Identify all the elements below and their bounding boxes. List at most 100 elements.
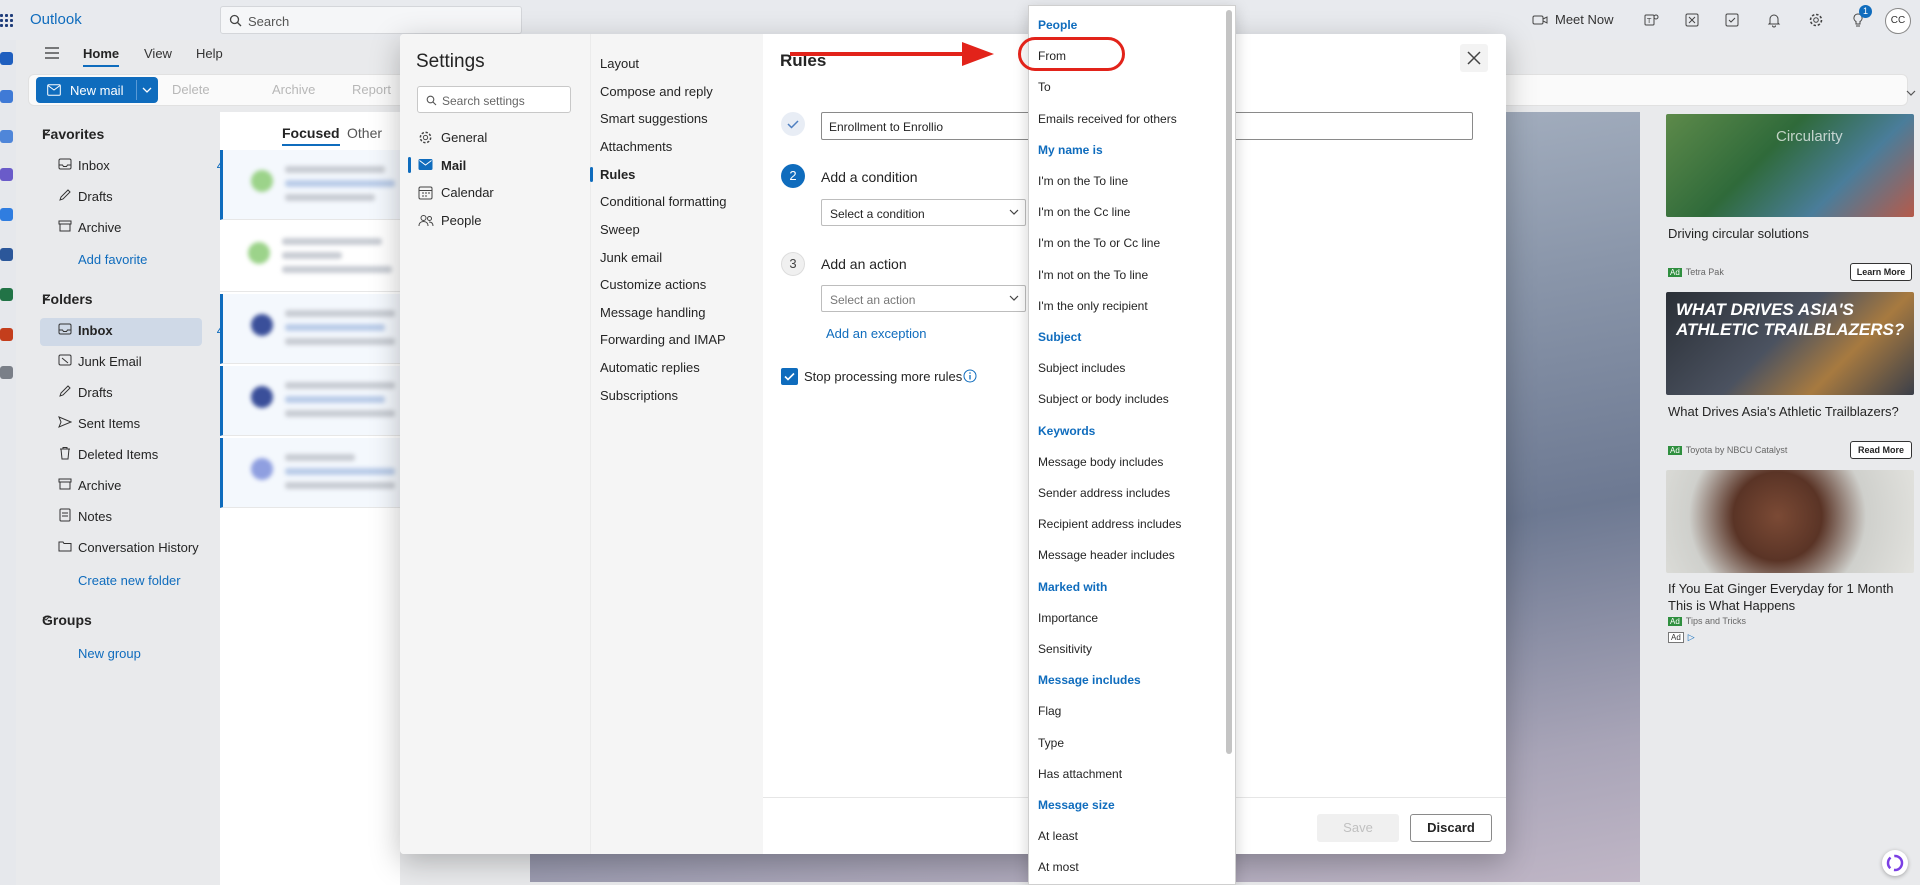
- info-icon[interactable]: [963, 369, 977, 383]
- people-app-icon[interactable]: [0, 130, 13, 143]
- stop-processing-label[interactable]: Stop processing more rules: [804, 369, 962, 384]
- favorites-header[interactable]: Favorites: [42, 126, 104, 142]
- meet-now-icon[interactable]: [1532, 12, 1548, 28]
- menu-item[interactable]: Message body includes: [1038, 455, 1163, 469]
- more-apps-icon[interactable]: [0, 366, 13, 379]
- folder-deleted-items[interactable]: Deleted Items: [58, 441, 230, 467]
- word-app-icon[interactable]: [0, 248, 13, 261]
- excel-icon[interactable]: [1684, 12, 1700, 28]
- read-more-button[interactable]: Read More: [1850, 441, 1912, 459]
- favorite-archive[interactable]: Archive: [58, 214, 230, 240]
- menu-item[interactable]: At least: [1038, 829, 1078, 843]
- menu-item[interactable]: Recipient address includes: [1038, 517, 1181, 531]
- settings-category-mail[interactable]: Mail: [408, 154, 578, 178]
- ribbon-collapse-icon[interactable]: [1906, 90, 1916, 96]
- folder-inbox[interactable]: Inbox4: [58, 317, 230, 343]
- menu-item[interactable]: I'm on the To line: [1038, 174, 1128, 188]
- menu-item[interactable]: I'm on the Cc line: [1038, 205, 1130, 219]
- ad-title[interactable]: Driving circular solutions: [1668, 225, 1809, 242]
- list-item[interactable]: [220, 294, 400, 364]
- app-launcher-icon[interactable]: [0, 10, 16, 30]
- action-dropdown[interactable]: Select an action: [821, 285, 1026, 312]
- chevron-down-icon[interactable]: [42, 294, 50, 302]
- learn-more-button[interactable]: Learn More: [1850, 263, 1912, 281]
- settings-section-junk-email[interactable]: Junk email: [600, 250, 662, 265]
- todo-app-icon[interactable]: [0, 208, 13, 221]
- menu-item[interactable]: Subject includes: [1038, 361, 1125, 375]
- meet-now-button[interactable]: Meet Now: [1555, 12, 1614, 27]
- teams-icon[interactable]: T: [1643, 12, 1659, 28]
- tab-other[interactable]: Other: [347, 125, 382, 141]
- add-favorite-link[interactable]: Add favorite: [78, 252, 147, 267]
- menu-item[interactable]: Importance: [1038, 611, 1098, 625]
- settings-section-forwarding-and-imap[interactable]: Forwarding and IMAP: [600, 332, 726, 347]
- tab-help[interactable]: Help: [196, 46, 223, 61]
- search-box[interactable]: Search: [220, 6, 522, 34]
- list-item[interactable]: [220, 150, 400, 220]
- discard-button[interactable]: Discard: [1410, 814, 1492, 842]
- favorite-inbox[interactable]: Inbox4: [58, 152, 230, 178]
- new-mail-button[interactable]: New mail: [36, 77, 158, 103]
- folder-archive[interactable]: Archive: [58, 472, 230, 498]
- menu-item[interactable]: I'm the only recipient: [1038, 299, 1148, 313]
- favorite-drafts[interactable]: Drafts: [58, 183, 230, 209]
- menu-item[interactable]: I'm on the To or Cc line: [1038, 236, 1160, 250]
- mail-app-icon[interactable]: [0, 52, 13, 65]
- excel-app-icon[interactable]: [0, 288, 13, 301]
- settings-section-compose-and-reply[interactable]: Compose and reply: [600, 84, 713, 99]
- assistant-icon[interactable]: [1882, 850, 1908, 876]
- settings-section-automatic-replies[interactable]: Automatic replies: [600, 360, 700, 375]
- report-button[interactable]: Report: [352, 82, 391, 97]
- settings-section-conditional-formatting[interactable]: Conditional formatting: [600, 194, 726, 209]
- close-icon[interactable]: [1460, 44, 1488, 72]
- bell-icon[interactable]: [1766, 12, 1782, 28]
- menu-item[interactable]: Subject or body includes: [1038, 392, 1169, 406]
- archive-button[interactable]: Archive: [272, 82, 315, 97]
- list-item[interactable]: [220, 366, 400, 436]
- settings-section-rules[interactable]: Rules: [589, 167, 635, 182]
- settings-category-people[interactable]: People: [418, 209, 578, 233]
- menu-item[interactable]: To: [1038, 80, 1051, 94]
- menu-scrollbar[interactable]: [1226, 10, 1232, 754]
- list-item[interactable]: [220, 222, 400, 292]
- menu-item[interactable]: Has attachment: [1038, 767, 1122, 781]
- app-title[interactable]: Outlook: [30, 11, 82, 28]
- folder-sent-items[interactable]: Sent Items: [58, 410, 230, 436]
- chevron-down-icon[interactable]: [142, 87, 152, 93]
- menu-item[interactable]: At most: [1038, 860, 1079, 874]
- menu-item[interactable]: Message header includes: [1038, 548, 1175, 562]
- tab-focused[interactable]: Focused: [282, 125, 340, 146]
- menu-item[interactable]: Type: [1038, 736, 1064, 750]
- folder-conversation-history[interactable]: Conversation History: [58, 534, 230, 560]
- avatar[interactable]: CC: [1885, 8, 1911, 34]
- folder-drafts[interactable]: Drafts: [58, 379, 230, 405]
- ad-image[interactable]: Circularity: [1666, 114, 1914, 217]
- settings-section-customize-actions[interactable]: Customize actions: [600, 277, 706, 292]
- settings-section-subscriptions[interactable]: Subscriptions: [600, 388, 678, 403]
- settings-section-smart-suggestions[interactable]: Smart suggestions: [600, 111, 708, 126]
- folder-junk-email[interactable]: Junk Email: [58, 348, 230, 374]
- settings-category-calendar[interactable]: Calendar: [418, 181, 578, 205]
- groups-app-icon[interactable]: [0, 168, 13, 181]
- ad-title[interactable]: If You Eat Ginger Everyday for 1 Month T…: [1668, 580, 1920, 614]
- add-exception-link[interactable]: Add an exception: [826, 326, 926, 341]
- chevron-down-icon[interactable]: [42, 615, 50, 623]
- settings-section-attachments[interactable]: Attachments: [600, 139, 672, 154]
- settings-search-input[interactable]: Search settings: [417, 86, 571, 113]
- menu-item[interactable]: Sender address includes: [1038, 486, 1170, 500]
- condition-dropdown[interactable]: Select a condition: [821, 199, 1026, 226]
- menu-item[interactable]: Flag: [1038, 704, 1061, 718]
- ad-image[interactable]: WHAT DRIVES ASIA'S ATHLETIC TRAILBLAZERS…: [1666, 292, 1914, 395]
- menu-item[interactable]: I'm not on the To line: [1038, 268, 1148, 282]
- calendar-app-icon[interactable]: [0, 90, 13, 103]
- gear-icon[interactable]: [1808, 12, 1824, 28]
- settings-section-message-handling[interactable]: Message handling: [600, 305, 706, 320]
- ad-choices-badge[interactable]: Ad ▷: [1668, 632, 1695, 643]
- settings-section-layout[interactable]: Layout: [600, 56, 639, 71]
- folder-notes[interactable]: Notes: [58, 503, 230, 529]
- create-new-folder-link[interactable]: Create new folder: [78, 573, 181, 588]
- ad-title[interactable]: What Drives Asia's Athletic Trailblazers…: [1668, 403, 1899, 420]
- ad-image[interactable]: [1666, 470, 1914, 573]
- chevron-down-icon[interactable]: [42, 129, 50, 137]
- menu-item[interactable]: Sensitivity: [1038, 642, 1092, 656]
